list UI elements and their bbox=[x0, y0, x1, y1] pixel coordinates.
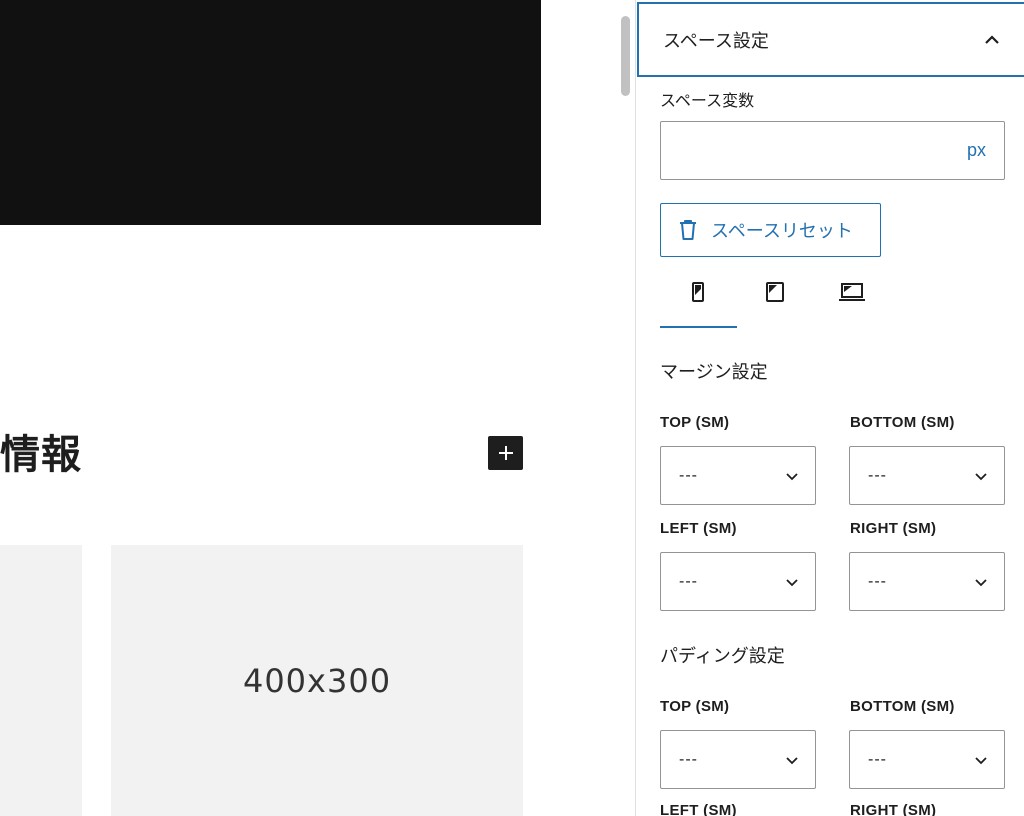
padding-right-label: RIGHT (SM) bbox=[850, 802, 937, 816]
chevron-down-icon bbox=[975, 472, 987, 480]
mobile-icon bbox=[692, 282, 705, 302]
select-value: --- bbox=[679, 750, 698, 768]
margin-left-label: LEFT (SM) bbox=[660, 520, 737, 537]
margin-bottom-select[interactable]: --- bbox=[849, 446, 1005, 505]
margin-top-select[interactable]: --- bbox=[660, 446, 816, 505]
chevron-down-icon bbox=[786, 756, 798, 764]
space-settings-panel-toggle[interactable]: スペース設定 bbox=[637, 2, 1024, 77]
padding-left-label: LEFT (SM) bbox=[660, 802, 737, 816]
unit-suffix: px bbox=[966, 140, 986, 160]
select-value: --- bbox=[868, 572, 887, 590]
margin-bottom-label: BOTTOM (SM) bbox=[850, 414, 955, 431]
padding-settings-title: パディング設定 bbox=[660, 646, 785, 667]
padding-top-select[interactable]: --- bbox=[660, 730, 816, 789]
settings-sidebar: スペース設定 スペース変数 px スペースリセット マージン設定 TOP (SM… bbox=[637, 0, 1024, 816]
add-block-button[interactable] bbox=[488, 436, 523, 470]
tab-desktop[interactable] bbox=[813, 268, 890, 328]
chevron-down-icon bbox=[975, 756, 987, 764]
space-reset-button[interactable]: スペースリセット bbox=[660, 203, 881, 257]
chevron-down-icon bbox=[975, 578, 987, 586]
tablet-icon bbox=[766, 282, 784, 302]
margin-right-label: RIGHT (SM) bbox=[850, 520, 937, 537]
space-variable-label: スペース変数 bbox=[660, 91, 755, 110]
trash-icon bbox=[680, 220, 696, 240]
cover-image-block[interactable] bbox=[0, 0, 541, 225]
placeholder-label: 400x300 bbox=[242, 661, 392, 700]
select-value: --- bbox=[868, 750, 887, 768]
image-placeholder[interactable]: 400x300 bbox=[111, 545, 523, 816]
editor-canvas: 情報 400x300 bbox=[0, 0, 615, 816]
padding-bottom-label: BOTTOM (SM) bbox=[850, 698, 955, 715]
tab-mobile[interactable] bbox=[660, 268, 737, 328]
margin-right-select[interactable]: --- bbox=[849, 552, 1005, 611]
margin-top-label: TOP (SM) bbox=[660, 414, 730, 431]
space-reset-label: スペースリセット bbox=[711, 221, 853, 242]
scrollbar-thumb[interactable] bbox=[621, 16, 630, 96]
select-value: --- bbox=[679, 466, 698, 484]
select-value: --- bbox=[679, 572, 698, 590]
chevron-down-icon bbox=[786, 578, 798, 586]
chevron-up-icon bbox=[985, 34, 999, 44]
laptop-icon bbox=[838, 283, 865, 301]
padding-bottom-select[interactable]: --- bbox=[849, 730, 1005, 789]
space-variable-field[interactable]: px bbox=[660, 121, 1005, 180]
section-heading[interactable]: 情報 bbox=[0, 422, 82, 480]
padding-top-label: TOP (SM) bbox=[660, 698, 730, 715]
select-value: --- bbox=[868, 466, 887, 484]
sidebar-scrollbar[interactable] bbox=[615, 0, 636, 816]
chevron-down-icon bbox=[786, 472, 798, 480]
plus-icon bbox=[498, 446, 513, 460]
tab-tablet[interactable] bbox=[737, 268, 814, 328]
image-placeholder[interactable] bbox=[0, 545, 82, 816]
device-tabs bbox=[660, 268, 890, 328]
margin-left-select[interactable]: --- bbox=[660, 552, 816, 611]
space-variable-input[interactable] bbox=[661, 122, 967, 179]
margin-settings-title: マージン設定 bbox=[660, 362, 768, 383]
panel-title: スペース設定 bbox=[663, 30, 769, 52]
